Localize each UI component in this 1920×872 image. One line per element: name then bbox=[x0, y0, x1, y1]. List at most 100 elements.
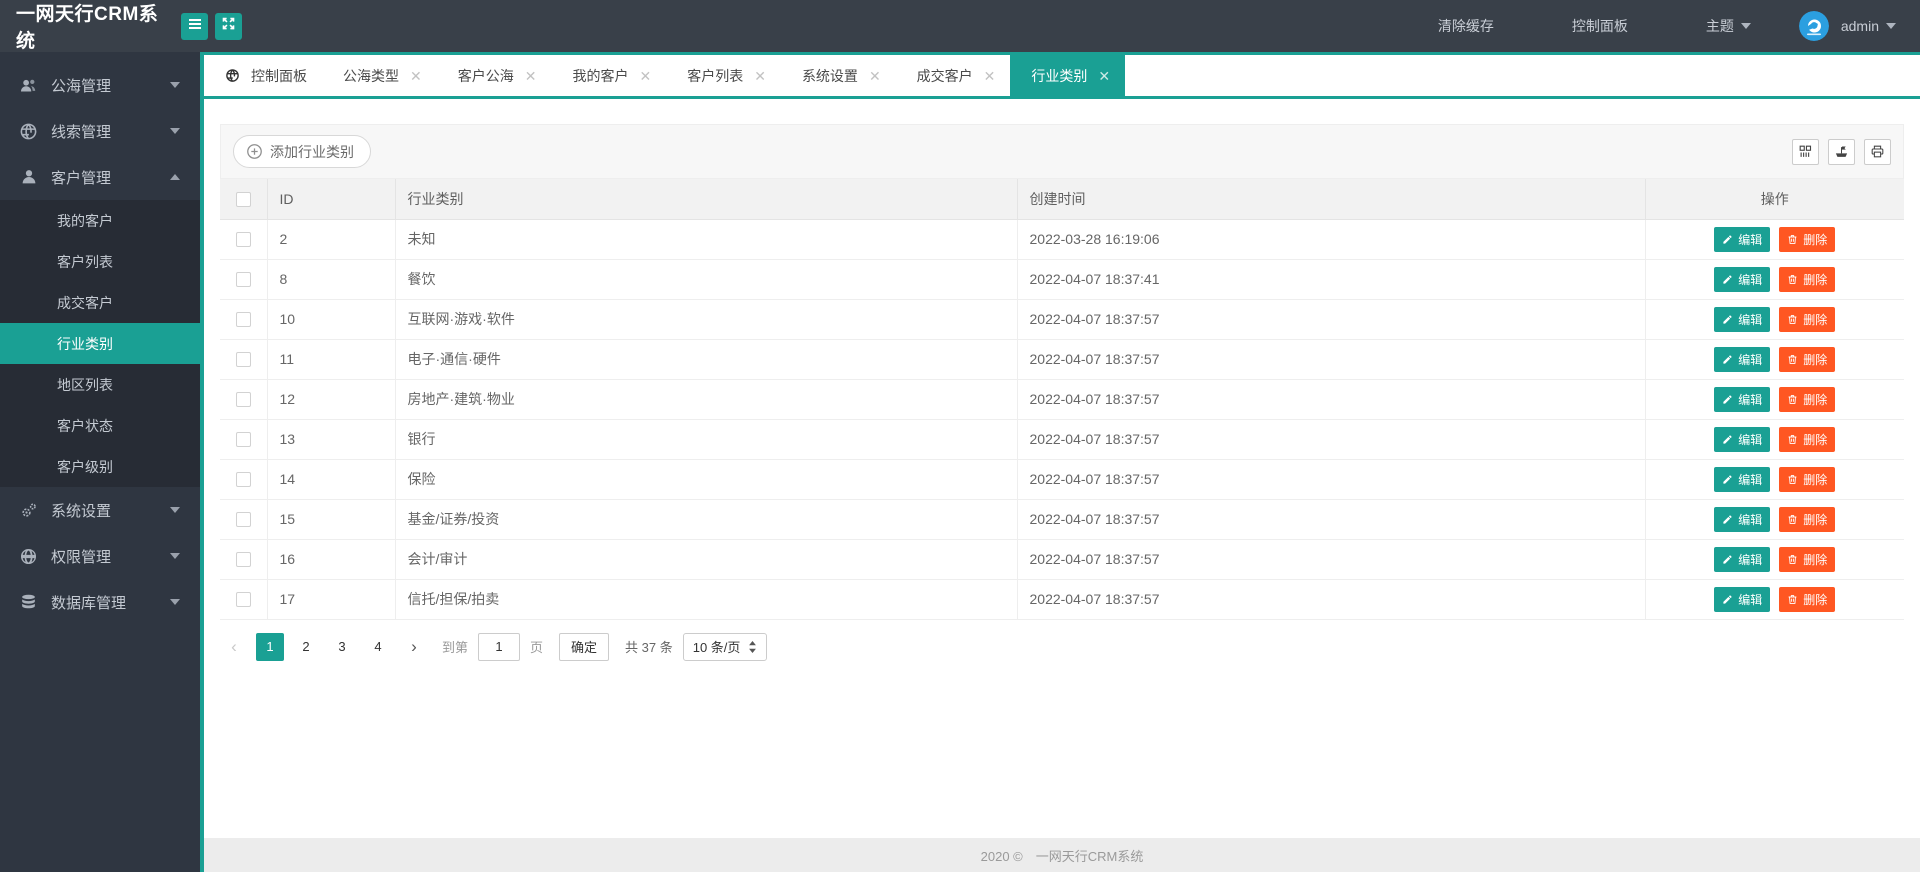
row-checkbox-cell bbox=[220, 339, 268, 380]
updown-arrows-icon bbox=[748, 640, 757, 653]
row-checkbox[interactable] bbox=[235, 512, 251, 528]
tab-客户列表[interactable]: 客户列表 ✕ bbox=[666, 55, 781, 96]
theme-dropdown[interactable]: 主题 bbox=[1706, 16, 1751, 36]
close-icon[interactable]: ✕ bbox=[1098, 69, 1110, 83]
toolbar-icon-group bbox=[1783, 138, 1891, 165]
clear-cache-link[interactable]: 清除缓存 bbox=[1438, 16, 1494, 36]
sidebar-item-my-customers[interactable]: 我的客户 bbox=[0, 200, 200, 241]
select-all-checkbox[interactable] bbox=[235, 192, 251, 208]
page-number-3[interactable]: 3 bbox=[328, 633, 356, 661]
sidebar-item-customer-list[interactable]: 客户列表 bbox=[0, 241, 200, 282]
delete-button[interactable]: 删除 bbox=[1779, 586, 1836, 612]
edit-button-label: 编辑 bbox=[1738, 552, 1763, 567]
sidebar-item-industry-category[interactable]: 行业类别 bbox=[0, 323, 200, 364]
row-checkbox[interactable] bbox=[235, 432, 251, 448]
edit-button[interactable]: 编辑 bbox=[1714, 506, 1771, 532]
delete-button-label: 删除 bbox=[1803, 512, 1828, 527]
page-number-2[interactable]: 2 bbox=[292, 633, 320, 661]
delete-button[interactable]: 删除 bbox=[1779, 426, 1836, 452]
row-checkbox[interactable] bbox=[235, 352, 251, 368]
columns-filter-button[interactable] bbox=[1792, 138, 1819, 165]
tab-控制面板[interactable]: 控制面板 bbox=[204, 55, 322, 96]
page-number-1[interactable]: 1 bbox=[256, 632, 284, 661]
delete-button[interactable]: 删除 bbox=[1779, 346, 1836, 372]
row-checkbox[interactable] bbox=[235, 552, 251, 568]
sidebar-item-database[interactable]: 数据库管理 bbox=[0, 579, 200, 625]
prev-page-button[interactable]: ‹ bbox=[220, 633, 248, 661]
sidebar-item-leads[interactable]: 线索管理 bbox=[0, 108, 200, 154]
sidebar-item-customer-status[interactable]: 客户状态 bbox=[0, 405, 200, 446]
edit-button[interactable]: 编辑 bbox=[1714, 346, 1771, 372]
cell-id: 15 bbox=[267, 499, 396, 540]
row-checkbox[interactable] bbox=[235, 312, 251, 328]
delete-button[interactable]: 删除 bbox=[1779, 226, 1836, 252]
control-panel-link[interactable]: 控制面板 bbox=[1572, 16, 1628, 36]
pencil-icon bbox=[1722, 354, 1733, 365]
export-button[interactable] bbox=[1828, 138, 1855, 165]
page-number-4[interactable]: 4 bbox=[364, 633, 392, 661]
sidebar-toggle-button[interactable] bbox=[181, 12, 208, 40]
next-page-button[interactable]: › bbox=[400, 633, 428, 661]
tab-系统设置[interactable]: 系统设置 ✕ bbox=[781, 55, 896, 96]
sidebar-item-customer-level[interactable]: 客户级别 bbox=[0, 446, 200, 487]
cell-created: 2022-04-07 18:37:57 bbox=[1017, 339, 1646, 380]
edit-button[interactable]: 编辑 bbox=[1714, 226, 1771, 252]
confirm-button[interactable]: 确定 bbox=[559, 632, 610, 661]
goto-page-input[interactable] bbox=[478, 632, 521, 661]
sidebar-item-system[interactable]: 系统设置 bbox=[0, 487, 200, 533]
tab-我的客户[interactable]: 我的客户 ✕ bbox=[551, 55, 666, 96]
sidebar-item-region-list[interactable]: 地区列表 bbox=[0, 364, 200, 405]
table-row: 16 会计/审计 2022-04-07 18:37:57 编辑 删除 bbox=[220, 539, 1904, 580]
row-checkbox[interactable] bbox=[235, 232, 251, 248]
avatar[interactable] bbox=[1798, 11, 1829, 41]
delete-button[interactable]: 删除 bbox=[1779, 266, 1836, 292]
tab-label: 客户公海 bbox=[457, 67, 514, 84]
tab-成交客户[interactable]: 成交客户 ✕ bbox=[896, 55, 1011, 96]
delete-button[interactable]: 删除 bbox=[1779, 386, 1836, 412]
sidebar-subitem-label: 客户列表 bbox=[57, 253, 113, 270]
edit-button[interactable]: 编辑 bbox=[1714, 586, 1771, 612]
sidebar-item-permission[interactable]: 权限管理 bbox=[0, 533, 200, 579]
sidebar-item-public-sea[interactable]: 公海管理 bbox=[0, 62, 200, 108]
edit-button[interactable]: 编辑 bbox=[1714, 266, 1771, 292]
row-checkbox-cell bbox=[220, 419, 268, 460]
user-menu[interactable]: admin bbox=[1841, 18, 1896, 34]
edit-button[interactable]: 编辑 bbox=[1714, 466, 1771, 492]
chevron-up-icon bbox=[170, 174, 180, 180]
print-button[interactable] bbox=[1864, 138, 1891, 165]
delete-button[interactable]: 删除 bbox=[1779, 306, 1836, 332]
table-row: 17 信托/担保/拍卖 2022-04-07 18:37:57 编辑 删除 bbox=[220, 579, 1904, 620]
delete-button[interactable]: 删除 bbox=[1779, 466, 1836, 492]
delete-button[interactable]: 删除 bbox=[1779, 546, 1836, 572]
close-icon[interactable]: ✕ bbox=[525, 69, 537, 83]
close-icon[interactable]: ✕ bbox=[984, 69, 996, 83]
page-size-select[interactable]: 10 条/页 bbox=[682, 632, 768, 661]
close-icon[interactable]: ✕ bbox=[639, 69, 651, 83]
edit-button[interactable]: 编辑 bbox=[1714, 426, 1771, 452]
row-checkbox[interactable] bbox=[235, 272, 251, 288]
edit-button[interactable]: 编辑 bbox=[1714, 386, 1771, 412]
edit-button[interactable]: 编辑 bbox=[1714, 306, 1771, 332]
add-industry-category-button[interactable]: 添加行业类别 bbox=[233, 135, 371, 168]
close-icon[interactable]: ✕ bbox=[754, 69, 766, 83]
tab-公海类型[interactable]: 公海类型 ✕ bbox=[322, 55, 437, 96]
close-icon[interactable]: ✕ bbox=[410, 69, 422, 83]
sidebar-item-deal-customers[interactable]: 成交客户 bbox=[0, 282, 200, 323]
edit-button-label: 编辑 bbox=[1738, 352, 1763, 367]
sidebar-item-customer[interactable]: 客户管理 bbox=[0, 154, 200, 200]
tab-行业类别[interactable]: 行业类别 ✕ bbox=[1010, 55, 1126, 96]
globe-icon bbox=[225, 68, 240, 83]
pencil-icon bbox=[1722, 474, 1733, 485]
close-icon[interactable]: ✕ bbox=[869, 69, 881, 83]
fullscreen-button[interactable] bbox=[215, 12, 242, 40]
row-checkbox[interactable] bbox=[235, 392, 251, 408]
cell-actions: 编辑 删除 bbox=[1645, 339, 1904, 380]
row-checkbox[interactable] bbox=[235, 472, 251, 488]
chevron-down-icon bbox=[170, 507, 180, 513]
edit-button[interactable]: 编辑 bbox=[1714, 546, 1771, 572]
cell-actions: 编辑 删除 bbox=[1645, 539, 1904, 580]
cell-created: 2022-04-07 18:37:57 bbox=[1017, 579, 1646, 620]
row-checkbox[interactable] bbox=[235, 592, 251, 608]
tab-客户公海[interactable]: 客户公海 ✕ bbox=[437, 55, 552, 96]
delete-button[interactable]: 删除 bbox=[1779, 506, 1836, 532]
